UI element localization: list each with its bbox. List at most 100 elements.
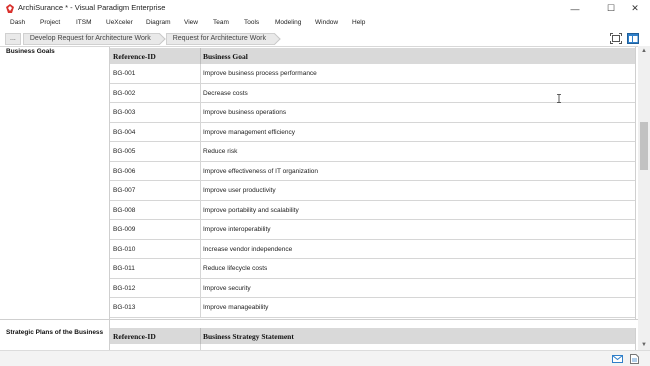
text-cursor-icon — [557, 94, 561, 103]
reference-id-cell: BG-012 — [113, 284, 136, 292]
menu-team[interactable]: Team — [213, 19, 229, 26]
business-goal-cell: Reduce lifecycle costs — [203, 265, 268, 272]
business-goal-cell: Reduce risk — [203, 148, 238, 155]
table-row[interactable]: BG-011 Reduce lifecycle costs — [110, 259, 635, 279]
table-border — [635, 47, 636, 319]
business-goal-cell: Increase vendor independence — [203, 245, 293, 253]
business-goal-cell: Improve business process performance — [203, 70, 317, 77]
vertical-scrollbar[interactable]: ▲ ▼ — [638, 46, 650, 350]
column-header-reference-id: Reference-ID — [113, 52, 156, 61]
menu-tools[interactable]: Tools — [244, 19, 259, 26]
reference-id-cell: BG-001 — [113, 70, 136, 77]
business-goal-cell: Improve user productivity — [203, 187, 276, 194]
scroll-down-arrow-icon[interactable]: ▼ — [638, 340, 650, 350]
business-goal-cell: Improve interoperability — [203, 226, 271, 233]
column-divider — [200, 259, 201, 279]
reference-id-cell: BG-009 — [113, 226, 136, 233]
column-divider — [200, 239, 201, 259]
menu-itsm[interactable]: ITSM — [76, 19, 92, 26]
table-border — [635, 328, 636, 350]
breadcrumb-item-label: Request for Architecture Work — [172, 34, 266, 42]
reference-id-cell: BG-006 — [113, 167, 136, 175]
breadcrumb-item-label: Develop Request for Architecture Work — [29, 34, 151, 42]
table-row[interactable]: BG-009 Improve interoperability — [110, 220, 635, 240]
menu-view[interactable]: View — [184, 19, 198, 26]
column-header-business-goal: Business Goal — [203, 52, 248, 61]
business-goal-cell: Improve business operations — [203, 109, 287, 116]
table-row[interactable]: BG-013 Improve manageability — [110, 298, 635, 318]
menu-help[interactable]: Help — [352, 19, 365, 26]
table-row[interactable]: BG-010 Increase vendor independence — [110, 239, 635, 259]
column-divider — [200, 220, 201, 240]
panel-layout-icon[interactable] — [627, 33, 639, 44]
mail-icon[interactable] — [612, 355, 623, 363]
visual-paradigm-logo-icon — [6, 4, 14, 13]
reference-id-cell: BG-004 — [113, 128, 136, 136]
section-label-business-goals: Business Goals — [6, 48, 55, 55]
reference-id-cell: BG-011 — [113, 265, 135, 272]
reference-id-cell: BG-002 — [113, 89, 136, 97]
menu-uexceler[interactable]: UeXceler — [106, 19, 133, 26]
business-goal-cell: Improve manageability — [203, 304, 269, 311]
close-button[interactable]: ✕ — [620, 0, 650, 17]
section-label-strategic-plans: Strategic Plans of the Business — [6, 329, 104, 336]
status-bar — [0, 350, 650, 366]
business-goal-cell: Improve management efficiency — [203, 128, 296, 136]
breadcrumb: ... Develop Request for Architecture Wor… — [5, 32, 281, 45]
column-divider — [200, 83, 201, 103]
table-row[interactable]: BG-001 Improve business process performa… — [110, 64, 635, 84]
column-header-business-strategy-statement: Business Strategy Statement — [203, 332, 294, 341]
business-goal-cell: Improve portability and scalability — [203, 206, 299, 214]
breadcrumb-item-develop-request[interactable]: Develop Request for Architecture Work — [22, 32, 166, 45]
chevron-right-icon — [269, 32, 281, 45]
column-divider — [200, 161, 201, 181]
navigation-bar: ... Develop Request for Architecture Wor… — [0, 31, 650, 46]
minimize-button[interactable]: — — [560, 0, 590, 17]
reference-id-cell: BG-003 — [113, 109, 136, 116]
reference-id-cell: BG-010 — [113, 245, 136, 253]
chevron-right-icon — [154, 32, 166, 45]
reference-id-cell: BG-008 — [113, 206, 136, 214]
table-header: Reference-ID Business Strategy Statement — [110, 328, 635, 344]
column-divider — [200, 122, 201, 142]
table-row[interactable]: BG-008 Improve portability and scalabili… — [110, 200, 635, 220]
scroll-up-arrow-icon[interactable]: ▲ — [638, 46, 650, 56]
business-goal-cell: Improve effectiveness of IT organization — [203, 167, 319, 175]
column-divider — [200, 328, 201, 344]
column-divider — [200, 64, 201, 84]
table-row[interactable]: BG-005 Reduce risk — [110, 142, 635, 162]
document-icon[interactable] — [630, 354, 639, 364]
document-content: Business Goals Reference-ID Business Goa… — [0, 46, 638, 350]
section-separator — [0, 319, 638, 320]
menu-window[interactable]: Window — [315, 19, 338, 26]
menu-project[interactable]: Project — [40, 19, 60, 26]
breadcrumb-overflow[interactable]: ... — [5, 32, 21, 45]
table-row[interactable]: BG-004 Improve management efficiency — [110, 122, 635, 142]
breadcrumb-item-request[interactable]: Request for Architecture Work — [165, 32, 281, 45]
menu-dash[interactable]: Dash — [10, 19, 25, 26]
reference-id-cell: BG-013 — [113, 304, 136, 311]
column-divider — [200, 298, 201, 318]
column-divider — [200, 48, 201, 64]
table-row[interactable]: BG-007 Improve user productivity — [110, 181, 635, 201]
window-title: ArchiSurance * - Visual Paradigm Enterpr… — [18, 3, 166, 12]
fit-to-screen-icon[interactable] — [610, 33, 622, 44]
reference-id-cell: BG-007 — [113, 187, 136, 194]
column-divider — [200, 142, 201, 162]
table-row[interactable]: BG-006 Improve effectiveness of IT organ… — [110, 161, 635, 181]
table-row[interactable]: BG-012 Improve security — [110, 278, 635, 298]
column-divider — [200, 181, 201, 201]
table-row[interactable]: BG-003 Improve business operations — [110, 103, 635, 123]
column-divider — [200, 103, 201, 123]
scrollbar-thumb[interactable] — [640, 122, 648, 170]
table-header: Reference-ID Business Goal — [110, 48, 635, 64]
menu-bar: Dash Project ITSM UeXceler Diagram View … — [0, 17, 650, 31]
column-divider — [200, 278, 201, 298]
business-goal-cell: Improve security — [203, 284, 251, 292]
column-header-reference-id: Reference-ID — [113, 332, 156, 341]
menu-diagram[interactable]: Diagram — [146, 19, 171, 26]
column-divider — [200, 200, 201, 220]
title-bar: ArchiSurance * - Visual Paradigm Enterpr… — [0, 0, 650, 17]
business-goal-cell: Decrease costs — [203, 89, 248, 97]
menu-modeling[interactable]: Modeling — [275, 19, 301, 26]
